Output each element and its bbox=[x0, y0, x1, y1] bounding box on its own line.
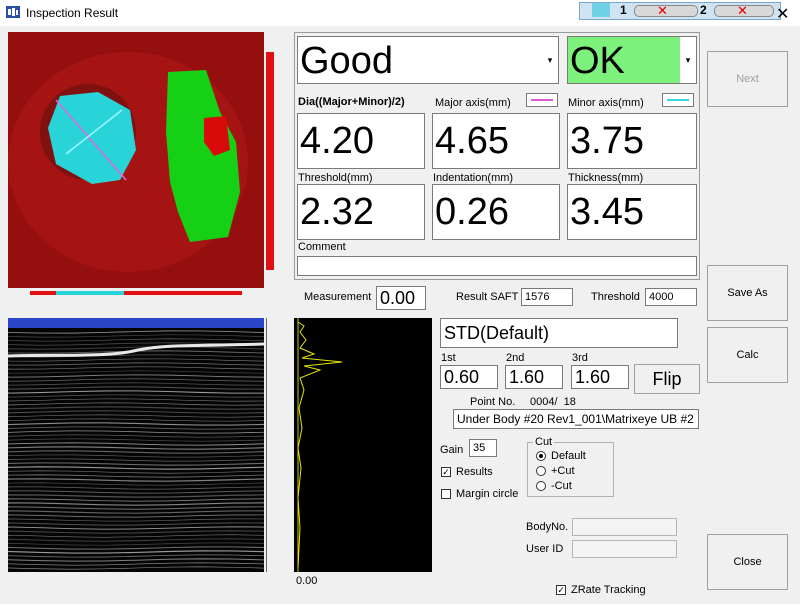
cut-minus-radio[interactable] bbox=[536, 481, 546, 491]
bscan-depth-scale bbox=[266, 318, 275, 572]
zrate-tracking-checkbox[interactable]: ✓ bbox=[556, 585, 566, 595]
threshold-field: 2.32 bbox=[297, 184, 425, 240]
margin-circle-label: Margin circle bbox=[456, 488, 518, 500]
cut-option-minus[interactable]: -Cut bbox=[536, 480, 572, 492]
cscan-depth-bar bbox=[266, 52, 274, 270]
comment-input[interactable] bbox=[297, 256, 697, 276]
margin-circle-checkbox-row[interactable]: Margin circle bbox=[441, 488, 518, 500]
minor-axis-label: Minor axis(mm) bbox=[568, 97, 644, 109]
cscan-color-bar bbox=[8, 288, 264, 292]
verdict-value: Good bbox=[298, 37, 558, 85]
probe-tab-2[interactable]: ✕ bbox=[714, 5, 774, 17]
cut-default-label: Default bbox=[551, 450, 586, 462]
minor-axis-value: 3.75 bbox=[568, 114, 696, 168]
window-title: Inspection Result bbox=[26, 6, 118, 20]
threshold-mm-value: 2.32 bbox=[298, 185, 424, 239]
cut-minus-label: -Cut bbox=[551, 480, 572, 492]
window-close-button[interactable]: ✕ bbox=[776, 4, 789, 24]
point-no-value: 0004/ 18 bbox=[530, 396, 576, 408]
first-label: 1st bbox=[441, 352, 456, 364]
first-field[interactable]: 0.60 bbox=[440, 365, 498, 389]
indentation-field: 0.26 bbox=[432, 184, 560, 240]
status-dropdown[interactable]: OK ▾ bbox=[567, 36, 697, 84]
point-no-label: Point No. bbox=[470, 396, 515, 408]
bscan-svg bbox=[8, 318, 264, 572]
probe-tabs[interactable]: 1 ✕ 2 ✕ bbox=[579, 2, 781, 20]
cut-group-label: Cut bbox=[533, 436, 554, 448]
ascan-value: 0.00 bbox=[296, 575, 317, 587]
minor-axis-field: 3.75 bbox=[567, 113, 697, 169]
second-field[interactable]: 1.60 bbox=[505, 365, 563, 389]
gain-label: Gain bbox=[440, 444, 463, 456]
major-axis-value: 4.65 bbox=[433, 114, 559, 168]
cscan-image[interactable] bbox=[8, 32, 264, 288]
results-checkbox-row[interactable]: ✓ Results bbox=[441, 466, 493, 478]
flip-button[interactable]: Flip bbox=[634, 364, 700, 394]
cut-plus-label: +Cut bbox=[551, 465, 575, 477]
dia-label: Dia((Major+Minor)/2) bbox=[298, 96, 405, 108]
ascan-svg bbox=[294, 318, 432, 572]
measurement-field[interactable]: 0.00 bbox=[376, 286, 426, 310]
save-as-button[interactable]: Save As bbox=[707, 265, 788, 321]
indentation-value: 0.26 bbox=[433, 185, 559, 239]
user-id-field[interactable] bbox=[572, 540, 677, 558]
disabled-x-icon: ✕ bbox=[737, 3, 748, 19]
measurement-label: Measurement bbox=[304, 291, 371, 303]
results-checkbox-label: Results bbox=[456, 466, 493, 478]
probe-icon bbox=[592, 3, 610, 17]
threshold-label: Threshold bbox=[591, 291, 640, 303]
indentation-label: Indentation(mm) bbox=[433, 172, 513, 184]
thickness-label: Thickness(mm) bbox=[568, 172, 643, 184]
disabled-x-icon: ✕ bbox=[657, 3, 668, 19]
major-axis-field: 4.65 bbox=[432, 113, 560, 169]
gain-field[interactable]: 35 bbox=[469, 439, 497, 457]
comment-label: Comment bbox=[298, 241, 346, 253]
chevron-down-icon[interactable]: ▾ bbox=[542, 37, 558, 83]
threshold-mm-label: Threshold(mm) bbox=[298, 172, 373, 184]
major-axis-label: Major axis(mm) bbox=[435, 97, 511, 109]
result-saft-field[interactable]: 1576 bbox=[521, 288, 573, 306]
cut-default-radio[interactable] bbox=[536, 451, 546, 461]
zrate-tracking-row[interactable]: ✓ ZRate Tracking bbox=[556, 584, 646, 596]
calc-button[interactable]: Calc bbox=[707, 327, 788, 383]
cscan-svg bbox=[8, 32, 264, 288]
thickness-field: 3.45 bbox=[567, 184, 697, 240]
user-id-label: User ID bbox=[526, 543, 563, 555]
cut-plus-radio[interactable] bbox=[536, 466, 546, 476]
chevron-down-icon[interactable]: ▾ bbox=[680, 37, 696, 83]
cut-option-default[interactable]: Default bbox=[536, 450, 586, 462]
third-field[interactable]: 1.60 bbox=[571, 365, 629, 389]
profile-field[interactable]: STD(Default) bbox=[440, 318, 678, 348]
threshold-field-small[interactable]: 4000 bbox=[645, 288, 697, 306]
file-path-field[interactable]: Under Body #20 Rev1_001\Matrixeye UB #2 bbox=[453, 409, 699, 429]
zrate-tracking-label: ZRate Tracking bbox=[571, 584, 646, 596]
app-icon bbox=[6, 6, 20, 18]
probe-tab-1[interactable]: ✕ bbox=[634, 5, 698, 17]
probe-tab-1-number[interactable]: 1 bbox=[620, 3, 627, 17]
cut-option-plus[interactable]: +Cut bbox=[536, 465, 575, 477]
second-label: 2nd bbox=[506, 352, 524, 364]
third-label: 3rd bbox=[572, 352, 588, 364]
bscan-image[interactable] bbox=[8, 318, 264, 572]
minor-axis-color-swatch bbox=[662, 93, 694, 107]
major-axis-color-swatch bbox=[526, 93, 558, 107]
ascan-graph bbox=[294, 318, 432, 572]
body-no-field[interactable] bbox=[572, 518, 677, 536]
next-button[interactable]: Next bbox=[707, 51, 788, 107]
body-no-label: BodyNo. bbox=[526, 521, 568, 533]
margin-circle-checkbox[interactable] bbox=[441, 489, 451, 499]
dia-value: 4.20 bbox=[298, 114, 424, 168]
close-button[interactable]: Close bbox=[707, 534, 788, 590]
dia-field: 4.20 bbox=[297, 113, 425, 169]
probe-tab-2-number[interactable]: 2 bbox=[700, 3, 707, 17]
results-checkbox[interactable]: ✓ bbox=[441, 467, 451, 477]
status-value: OK bbox=[568, 37, 696, 85]
thickness-value: 3.45 bbox=[568, 185, 696, 239]
result-saft-label: Result SAFT bbox=[456, 291, 518, 303]
verdict-dropdown[interactable]: Good ▾ bbox=[297, 36, 559, 84]
